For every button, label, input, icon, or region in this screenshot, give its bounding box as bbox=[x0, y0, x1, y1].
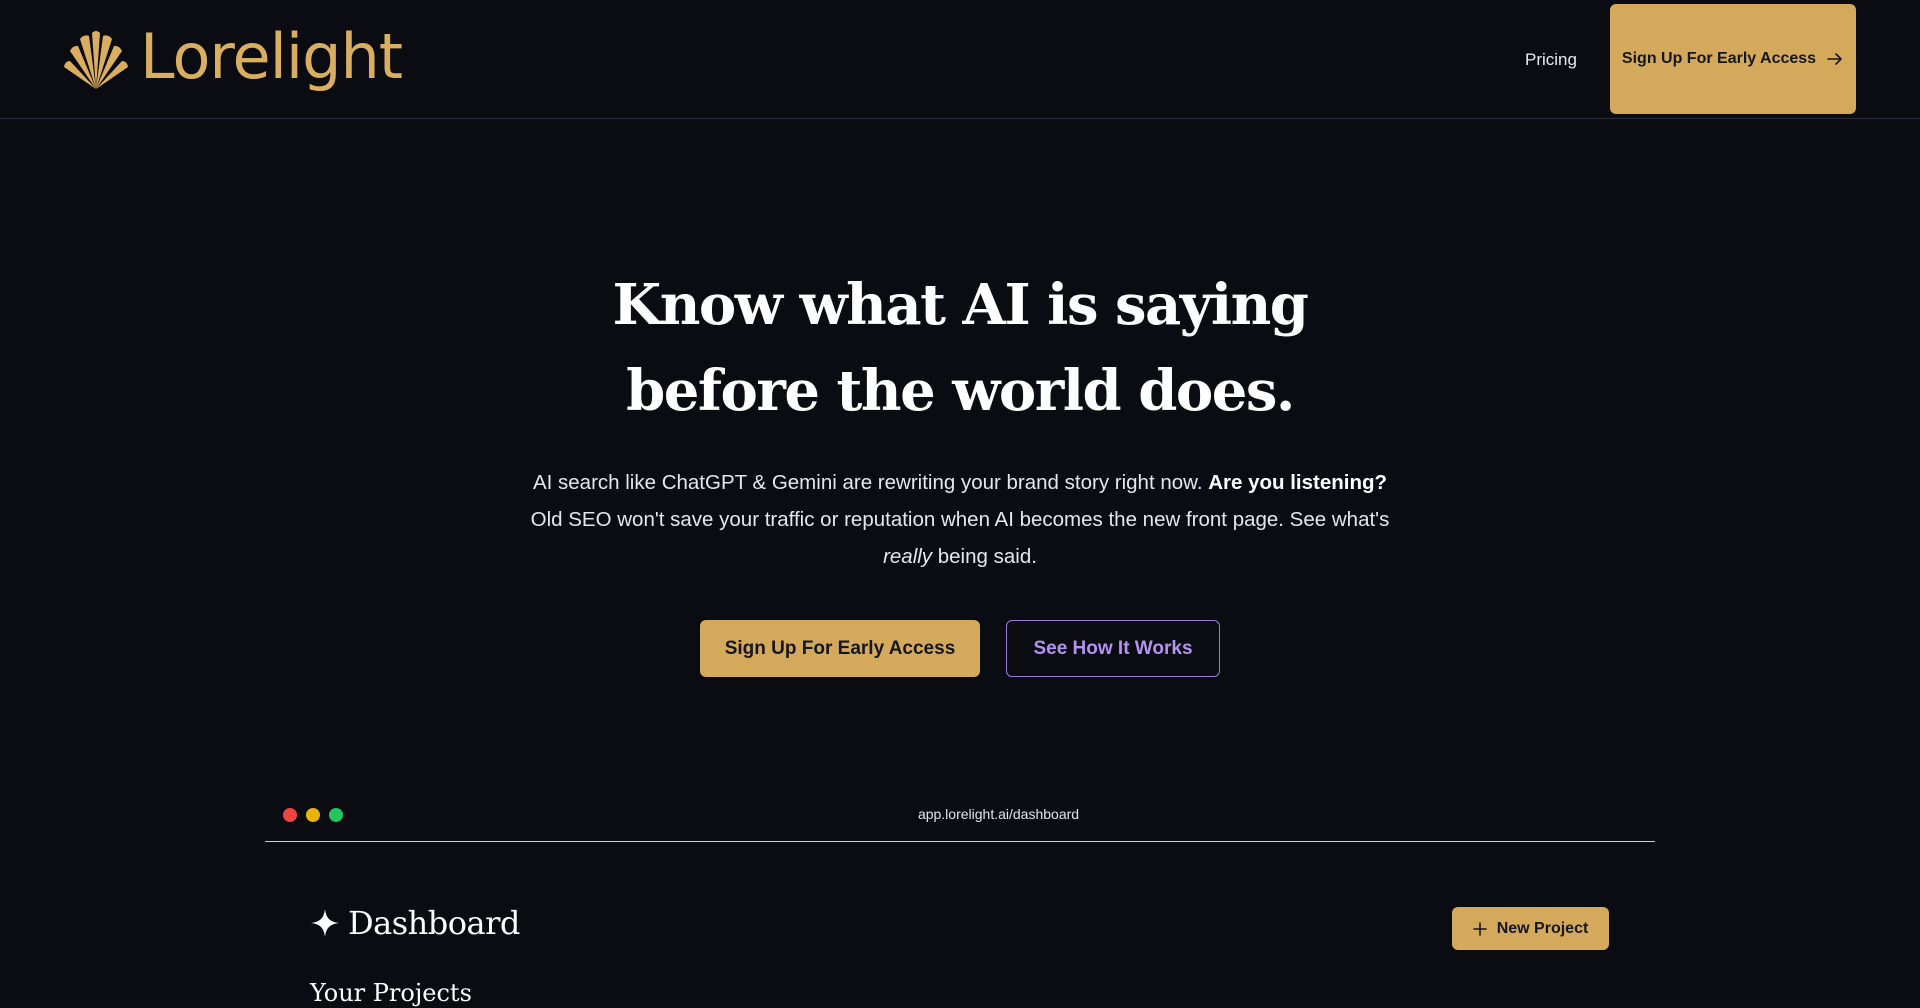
header-signup-button[interactable]: Sign Up For Early Access bbox=[1610, 4, 1856, 114]
hero-subtitle-part-3: being said. bbox=[932, 545, 1037, 568]
header-signup-label: Sign Up For Early Access bbox=[1621, 50, 1817, 67]
hero-title-line-1: Know what AI is saying bbox=[612, 272, 1309, 338]
hero-title-line-2: before the world does. bbox=[626, 358, 1295, 424]
browser-mock-bar: app.lorelight.ai/dashboard bbox=[265, 790, 1655, 842]
logo-wordmark: Lorelight bbox=[140, 20, 403, 93]
new-project-button[interactable]: New Project bbox=[1452, 907, 1609, 950]
hero-subtitle: AI search like ChatGPT & Gemini are rewr… bbox=[530, 464, 1390, 575]
sunburst-logo-icon bbox=[64, 31, 128, 89]
arrow-right-icon bbox=[1827, 53, 1842, 65]
hero-subtitle-part-2: Old SEO won't save your traffic or reput… bbox=[530, 508, 1390, 531]
nav-link-pricing[interactable]: Pricing bbox=[1525, 48, 1577, 72]
site-header: Lorelight Pricing Sign Up For Early Acce… bbox=[0, 0, 1920, 119]
new-project-label: New Project bbox=[1496, 919, 1589, 937]
hero-subtitle-italic: really bbox=[883, 545, 933, 568]
logo[interactable]: Lorelight bbox=[62, 20, 403, 96]
hero-subtitle-part-1: AI search like ChatGPT & Gemini are rewr… bbox=[532, 471, 1209, 494]
plus-icon bbox=[1472, 921, 1487, 936]
hero-title: Know what AI is saying before the world … bbox=[460, 262, 1460, 434]
see-how-it-works-button[interactable]: See How It Works bbox=[1006, 620, 1220, 677]
hero-signup-button[interactable]: Sign Up For Early Access bbox=[700, 620, 980, 677]
browser-url: app.lorelight.ai/dashboard bbox=[917, 806, 1080, 822]
sparkle-icon bbox=[311, 909, 339, 937]
your-projects-heading: Your Projects bbox=[310, 979, 472, 1007]
hero-subtitle-bold: Are you listening? bbox=[1208, 471, 1388, 494]
dashboard-title: Dashboard bbox=[310, 904, 520, 942]
dashboard-title-text: Dashboard bbox=[348, 904, 520, 942]
